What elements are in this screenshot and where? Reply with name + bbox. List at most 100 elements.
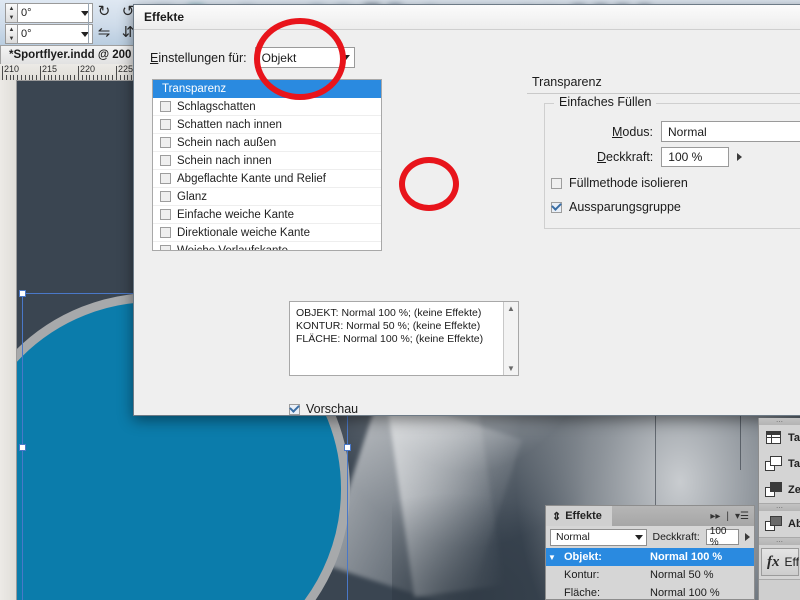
flip-horizontal-icon[interactable]: ⇋ (94, 23, 114, 43)
transparency-section-title: Transparenz (532, 75, 602, 89)
scroll-down-icon[interactable]: ▼ (507, 364, 515, 373)
modus-value: Normal (668, 124, 707, 139)
effects-dialog[interactable]: Effekte Einstellungen für: Objekt Transp… (133, 4, 800, 416)
effect-checkbox[interactable] (160, 191, 171, 202)
effect-list-item[interactable]: Abgeflachte Kante und Relief (153, 170, 381, 188)
deckkraft-input[interactable]: 100 % (661, 147, 730, 167)
panel-tabbar-actions[interactable]: ▸▸ | ▾☰ (710, 511, 754, 522)
effect-label: Schein nach außen (177, 136, 277, 149)
panel-controls[interactable]: Normal Deckkraft: 100 % (546, 526, 754, 548)
preview-checkbox[interactable] (289, 403, 300, 415)
section-divider (527, 93, 800, 94)
dock-grip-icon[interactable]: ⋯ (759, 538, 800, 546)
spinner-buttons[interactable]: ▲ ▼ (5, 24, 18, 44)
modus-row[interactable]: Modus: Normal (612, 121, 800, 142)
angle-input-2[interactable]: 0° (18, 24, 93, 44)
deckkraft-slider-arrow-icon[interactable] (737, 153, 743, 161)
dock-item-tabs[interactable]: Ta (759, 451, 800, 477)
dock-group-styles[interactable]: ⋯ Ab (759, 504, 800, 538)
effect-label: Direktionale weiche Kante (177, 226, 310, 239)
effect-list-item[interactable]: Weiche Verlaufskante (153, 242, 381, 251)
effect-label: Weiche Verlaufskante (177, 244, 289, 251)
effect-checkbox[interactable] (160, 173, 171, 184)
selection-handle-e[interactable] (344, 444, 351, 451)
panel-opacity-value: 100 % (709, 526, 727, 548)
isolate-blending-row[interactable]: Füllmethode isolieren (551, 176, 688, 190)
settings-for-select[interactable]: Objekt (254, 47, 355, 68)
panel-effect-row[interactable]: ▼ Objekt: Normal 100 % (546, 548, 754, 566)
panel-effect-rows[interactable]: ▼ Objekt: Normal 100 % Kontur: Normal 50 % Fl… (546, 548, 754, 599)
effects-summary-box: OBJEKT: Normal 100 %; (keine Effekte) KON… (289, 301, 519, 376)
effect-list-item[interactable]: Transparenz (153, 80, 381, 98)
ruler-minor-tick (101, 75, 102, 80)
dock-group-tables[interactable]: ⋯ Ta Ta Ze (759, 418, 800, 504)
angle-input-1[interactable]: 0° (18, 3, 93, 23)
scroll-up-icon[interactable]: ▲ (507, 304, 515, 313)
effect-list-item[interactable]: Schlagschatten (153, 98, 381, 116)
vertical-ruler[interactable] (0, 80, 17, 600)
panel-row-name: Objekt: (564, 551, 602, 563)
effect-list-item[interactable]: Direktionale weiche Kante (153, 224, 381, 242)
dock-item-cell-styles[interactable]: Ze (759, 477, 800, 503)
chevron-down-icon[interactable] (341, 55, 350, 60)
rotation-angle-field-2[interactable]: ▲ ▼ 0° (5, 24, 93, 44)
dock-group-effects[interactable]: ⋯ fx Eff (759, 538, 800, 580)
dialog-titlebar[interactable]: Effekte (134, 5, 800, 30)
summary-scrollbar[interactable]: ▲ ▼ (503, 302, 518, 375)
ruler-minor-tick (89, 75, 90, 80)
panel-effect-row[interactable]: Kontur: Normal 50 % (546, 566, 754, 584)
spinner-buttons[interactable]: ▲ ▼ (5, 3, 18, 23)
knockout-group-checkbox[interactable] (551, 201, 562, 213)
twisty-open-icon[interactable]: ▼ (546, 553, 558, 562)
modus-select[interactable]: Normal (661, 121, 800, 142)
ruler-minor-tick (78, 75, 79, 80)
ruler-label: 215 (42, 64, 58, 74)
dock-item-effects[interactable]: fx Eff (761, 548, 799, 576)
settings-for-row[interactable]: Einstellungen für: Objekt (150, 47, 355, 68)
effect-checkbox[interactable] (160, 245, 171, 250)
effects-list[interactable]: Transparenz Schlagschatten Schatten nach i… (152, 79, 382, 251)
ruler-minor-tick (124, 75, 125, 80)
dock-grip-icon[interactable]: ⋯ (759, 504, 800, 512)
dock-grip-icon[interactable]: ⋯ (759, 418, 800, 426)
selection-handle-nw[interactable] (19, 290, 26, 297)
panel-tabbar[interactable]: ⇕ Effekte ▸▸ | ▾☰ (546, 506, 754, 526)
panel-opacity-input[interactable]: 100 % (705, 526, 739, 548)
panel-dock[interactable]: ⋯ Ta Ta Ze ⋯ A ⋯ fx Eff (758, 418, 800, 600)
preview-row[interactable]: Vorschau (289, 402, 358, 416)
effects-panel[interactable]: ⇕ Effekte ▸▸ | ▾☰ Normal Deckkraft: 100 … (545, 505, 755, 600)
effect-list-item[interactable]: Einfache weiche Kante (153, 206, 381, 224)
effect-list-item[interactable]: Schein nach außen (153, 134, 381, 152)
panel-blend-mode-select[interactable]: Normal (550, 528, 647, 546)
panel-opacity-slider-arrow-icon[interactable] (745, 533, 750, 541)
isolate-blending-checkbox[interactable] (551, 177, 562, 189)
effect-checkbox[interactable] (160, 155, 171, 166)
rotate-cw-icon[interactable]: ↻ (94, 2, 114, 22)
effect-checkbox[interactable] (160, 137, 171, 148)
knockout-group-row[interactable]: Aussparungsgruppe (551, 200, 681, 214)
dock-item-table[interactable]: Ta (759, 425, 800, 451)
ruler-label: 225 (118, 64, 134, 74)
effect-checkbox[interactable] (160, 227, 171, 238)
effect-list-item[interactable]: Schein nach innen (153, 152, 381, 170)
ruler-minor-tick (86, 75, 87, 80)
ruler-minor-tick (59, 75, 60, 80)
effect-checkbox[interactable] (160, 101, 171, 112)
selection-handle-w[interactable] (19, 444, 26, 451)
ruler-minor-tick (93, 75, 94, 80)
panel-menu-icon[interactable]: ▾☰ (735, 511, 749, 522)
chevron-down-icon[interactable] (634, 534, 643, 540)
effect-list-item[interactable]: Schatten nach innen (153, 116, 381, 134)
dock-item-paragraph-styles[interactable]: Ab (759, 511, 800, 537)
summary-line: KONTUR: Normal 50 %; (keine Effekte) (296, 320, 481, 332)
rotation-angle-field-1[interactable]: ▲ ▼ 0° (5, 3, 93, 23)
ruler-minor-tick (63, 75, 64, 80)
effect-checkbox[interactable] (160, 209, 171, 220)
panel-tab-effekte[interactable]: ⇕ Effekte (546, 506, 612, 526)
collapse-icon[interactable]: ▸▸ (710, 511, 720, 522)
ruler-label: 220 (80, 64, 96, 74)
effect-list-item[interactable]: Glanz (153, 188, 381, 206)
effect-checkbox[interactable] (160, 119, 171, 130)
panel-effect-row[interactable]: Fläche: Normal 100 % (546, 584, 754, 599)
deckkraft-row[interactable]: Deckkraft: 100 % (597, 147, 743, 167)
